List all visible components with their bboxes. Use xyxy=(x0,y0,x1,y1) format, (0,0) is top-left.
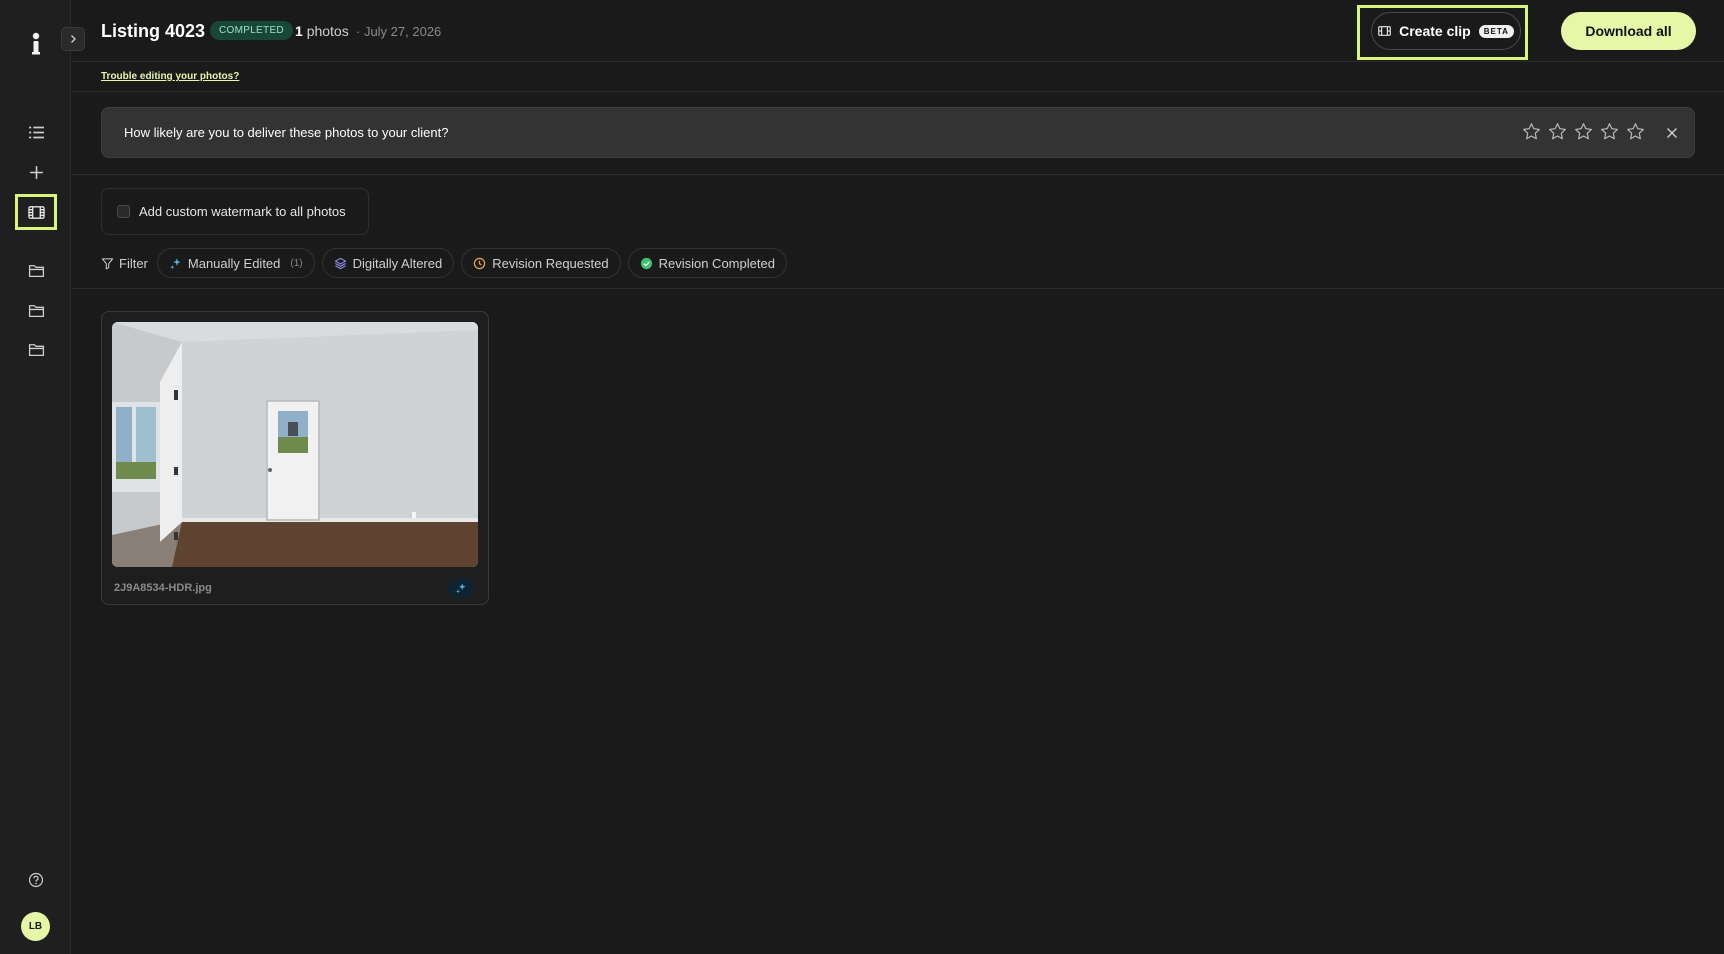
watermark-label: Add custom watermark to all photos xyxy=(139,204,346,219)
user-avatar[interactable]: LB xyxy=(21,912,50,941)
filter-label: Filter xyxy=(119,255,148,271)
question-circle-icon xyxy=(28,872,44,888)
plus-icon xyxy=(29,165,43,179)
photo-count-value: 1 xyxy=(295,23,303,39)
help-button[interactable] xyxy=(20,864,52,896)
layers-icon xyxy=(334,257,346,269)
list-icon xyxy=(28,126,44,138)
folder-icon xyxy=(28,343,44,356)
status-badge: COMPLETED xyxy=(210,21,293,40)
star-rating xyxy=(1522,122,1645,141)
manually-edited-badge xyxy=(448,578,474,598)
download-all-button[interactable]: Download all xyxy=(1561,12,1696,50)
star-2-icon[interactable] xyxy=(1548,122,1567,141)
photo-thumbnail[interactable] xyxy=(112,322,478,567)
check-circle-icon xyxy=(640,257,652,269)
new-listing-button[interactable] xyxy=(20,156,52,188)
survey-question: How likely are you to deliver these phot… xyxy=(124,125,449,140)
listings-nav-button[interactable] xyxy=(20,116,52,148)
film-icon xyxy=(27,205,45,219)
watermark-option[interactable]: Add custom watermark to all photos xyxy=(101,188,369,235)
photo-count-label: photos xyxy=(306,23,349,39)
delivery-survey-banner: How likely are you to deliver these phot… xyxy=(101,107,1695,158)
filter-bar: Filter Manually Edited (1) Digitally Alt… xyxy=(101,248,787,278)
filter-chip-revision-completed[interactable]: Revision Completed xyxy=(627,248,787,278)
filter-button[interactable]: Filter xyxy=(101,256,148,271)
divider xyxy=(71,174,1724,175)
clips-nav-button[interactable] xyxy=(15,194,57,230)
film-icon xyxy=(1378,26,1391,36)
sparkle-icon xyxy=(455,583,466,594)
app-root: LB Listing 4023 COMPLETED 1 photos · Jul… xyxy=(0,0,1724,954)
create-clip-button[interactable]: Create clip BETA xyxy=(1371,12,1521,50)
star-3-icon[interactable] xyxy=(1574,122,1593,141)
help-bar: Trouble editing your photos? xyxy=(71,62,1724,92)
star-4-icon[interactable] xyxy=(1600,122,1619,141)
chip-label: Revision Completed xyxy=(658,255,775,271)
star-5-icon[interactable] xyxy=(1626,122,1645,141)
close-icon xyxy=(1667,128,1677,138)
chip-label: Manually Edited xyxy=(187,255,281,271)
chip-label: Revision Requested xyxy=(492,255,609,271)
watermark-checkbox[interactable] xyxy=(117,205,130,218)
chip-label: Digitally Altered xyxy=(352,255,443,271)
folder-icon xyxy=(28,264,44,277)
logo-icon[interactable] xyxy=(24,30,48,58)
filter-chip-digitally-altered[interactable]: Digitally Altered xyxy=(321,248,455,278)
filter-chip-manually-edited[interactable]: Manually Edited (1) xyxy=(156,248,315,278)
folder-nav-button-1[interactable] xyxy=(20,254,52,286)
folder-nav-button-2[interactable] xyxy=(20,294,52,326)
listing-date: · July 27, 2026 xyxy=(356,24,442,39)
photo-count: 1 photos xyxy=(295,23,349,39)
star-1-icon[interactable] xyxy=(1522,122,1541,141)
create-clip-label: Create clip xyxy=(1399,23,1471,39)
filter-chip-revision-requested[interactable]: Revision Requested xyxy=(461,248,621,278)
folder-nav-button-3[interactable] xyxy=(20,333,52,365)
room-photo-illustration xyxy=(112,322,478,567)
sidebar: LB xyxy=(0,0,71,954)
sparkle-icon xyxy=(169,257,181,269)
filter-icon xyxy=(101,257,114,269)
photo-card[interactable]: 2J9A8534-HDR.jpg xyxy=(101,311,489,605)
page-header: Listing 4023 COMPLETED 1 photos · July 2… xyxy=(71,0,1724,62)
folder-icon xyxy=(28,304,44,317)
chip-count: (1) xyxy=(290,257,303,269)
trouble-editing-link[interactable]: Trouble editing your photos? xyxy=(101,71,239,82)
divider xyxy=(71,288,1724,289)
photo-filename: 2J9A8534-HDR.jpg xyxy=(114,582,212,594)
beta-badge: BETA xyxy=(1478,24,1514,38)
close-survey-button[interactable] xyxy=(1662,123,1682,143)
page-title: Listing 4023 xyxy=(101,21,206,41)
clock-icon xyxy=(474,257,486,269)
